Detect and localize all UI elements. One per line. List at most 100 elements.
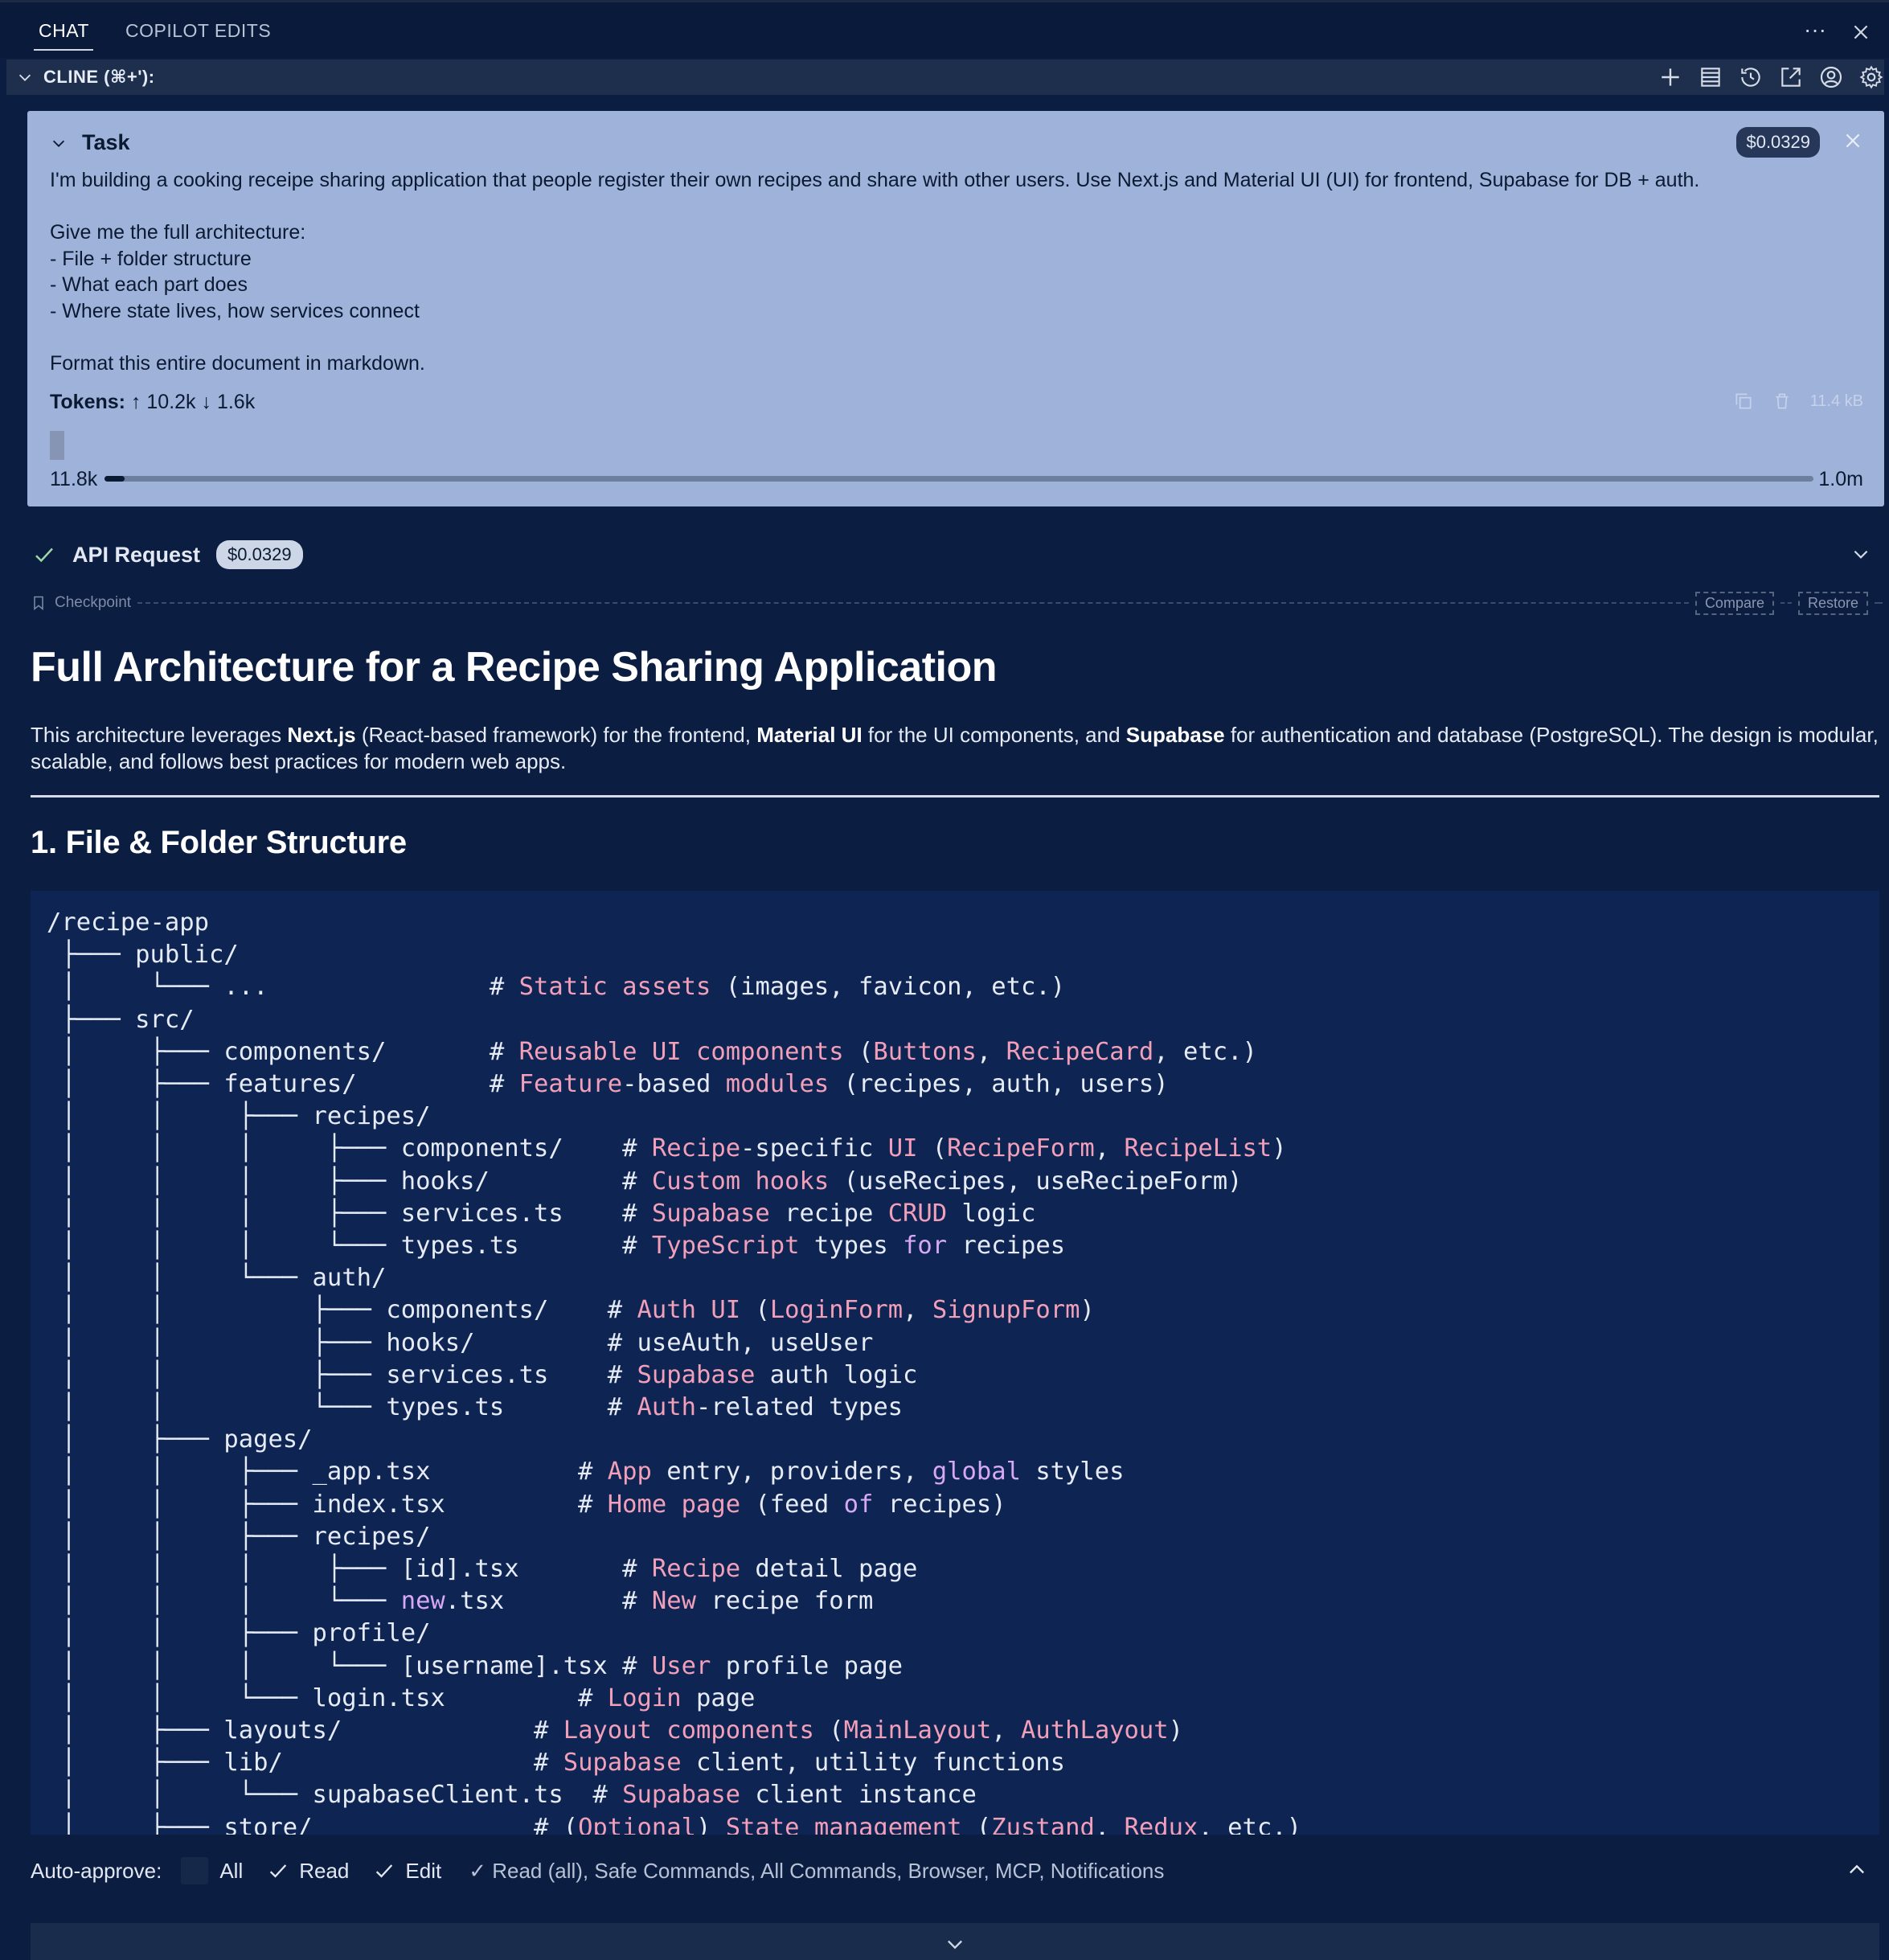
code-token-highlight: components bbox=[696, 1037, 844, 1066]
code-token-highlight: of bbox=[843, 1490, 874, 1519]
code-token-highlight: Redux bbox=[1124, 1813, 1199, 1836]
chevron-up-icon[interactable] bbox=[1846, 1859, 1868, 1881]
restore-button[interactable]: Restore bbox=[1797, 591, 1868, 615]
code-token: (recipes, auth, users) bbox=[829, 1070, 1169, 1099]
code-token-highlight: Feature bbox=[518, 1070, 623, 1099]
checkpoint-label: Checkpoint bbox=[55, 594, 132, 611]
task-header[interactable]: Task bbox=[50, 130, 130, 155]
code-line: │ │ │ └─── new.tsx # New recipe form bbox=[47, 1585, 1301, 1618]
code-token-highlight: App bbox=[607, 1458, 652, 1486]
code-line: │ ├─── features/ # Feature-based modules… bbox=[47, 1068, 1301, 1101]
code-token: ( bbox=[917, 1134, 948, 1163]
code-token: types bbox=[799, 1232, 904, 1261]
code-token: recipe form bbox=[695, 1587, 874, 1616]
auto-approve-label: Auto-approve: bbox=[31, 1858, 162, 1883]
code-token-highlight: Custom bbox=[651, 1167, 741, 1195]
auto-approve-summary[interactable]: ✓ Read (all), Safe Commands, All Command… bbox=[469, 1859, 1164, 1884]
code-token-highlight: for bbox=[903, 1232, 948, 1261]
server-icon[interactable] bbox=[1698, 64, 1723, 90]
code-token: entry, providers, bbox=[651, 1458, 932, 1486]
close-icon[interactable] bbox=[1850, 22, 1871, 43]
intro-text: This architecture leverages bbox=[31, 723, 288, 747]
read-label[interactable]: Read bbox=[299, 1859, 349, 1884]
code-token: ( bbox=[740, 1296, 770, 1325]
code-token: (useRecipes, useRecipeForm) bbox=[829, 1167, 1243, 1195]
token-usage: Tokens: ↑ 10.2k ↓ 1.6k bbox=[50, 391, 255, 414]
code-token: , etc.) bbox=[1153, 1037, 1257, 1066]
code-token: │ ├─── features/ # bbox=[47, 1070, 519, 1099]
code-token: │ │ ├─── hooks/ # useAuth, useUser bbox=[47, 1328, 874, 1357]
task-cost-badge: $0.0329 bbox=[1736, 127, 1820, 158]
top-tab-bar: CHAT COPILOT EDITS ··· bbox=[0, 0, 1889, 58]
task-line: Format this entire document in markdown. bbox=[50, 351, 425, 375]
plus-icon[interactable] bbox=[1657, 64, 1683, 90]
code-token: │ └─── ... # bbox=[47, 973, 519, 1002]
code-token-highlight: new bbox=[400, 1587, 445, 1616]
code-token: │ │ ├─── index.tsx # bbox=[47, 1490, 608, 1519]
code-line: │ ├─── lib/ # Supabase client, utility f… bbox=[47, 1747, 1301, 1779]
code-token: │ │ │ └─── [username].tsx # bbox=[47, 1651, 652, 1680]
code-token-highlight: RecipeList bbox=[1124, 1134, 1272, 1163]
code-token: │ ├─── components/ # bbox=[47, 1037, 519, 1066]
code-token: │ │ ├─── _app.tsx # bbox=[47, 1458, 608, 1486]
input-panel[interactable] bbox=[31, 1923, 1879, 1960]
chevron-down-icon[interactable] bbox=[1850, 543, 1871, 564]
code-line: │ │ └─── auth/ bbox=[47, 1262, 1301, 1294]
code-token-highlight: Recipe bbox=[651, 1555, 741, 1584]
code-token: │ ├─── pages/ bbox=[47, 1425, 313, 1454]
trash-icon[interactable] bbox=[1772, 391, 1793, 412]
all-label[interactable]: All bbox=[219, 1859, 243, 1884]
code-line: │ │ │ ├─── components/ # Recipe-specific… bbox=[47, 1133, 1301, 1165]
task-label: Task bbox=[82, 130, 130, 154]
compare-button[interactable]: Compare bbox=[1694, 591, 1774, 615]
all-checkbox[interactable] bbox=[181, 1857, 209, 1884]
tokens-up: ↑ 10.2k bbox=[130, 391, 196, 413]
account-icon[interactable] bbox=[1818, 64, 1844, 90]
api-request-cost: $0.0329 bbox=[216, 540, 303, 569]
chevron-down-icon[interactable] bbox=[944, 1933, 966, 1955]
intro-text: (React-based framework) for the frontend… bbox=[355, 723, 757, 747]
code-token: , bbox=[976, 1037, 1006, 1066]
code-token-highlight: page bbox=[681, 1490, 741, 1519]
check-icon[interactable] bbox=[373, 1860, 395, 1882]
code-line: │ │ └─── types.ts # Auth-related types bbox=[47, 1392, 1301, 1424]
history-icon[interactable] bbox=[1738, 64, 1764, 90]
edit-label[interactable]: Edit bbox=[405, 1859, 441, 1884]
code-token: recipe bbox=[769, 1199, 888, 1228]
more-actions-icon[interactable]: ··· bbox=[1804, 17, 1826, 43]
checkpoint-divider bbox=[1780, 602, 1792, 604]
section-heading: 1. File & Folder Structure bbox=[31, 825, 407, 860]
code-token: , bbox=[903, 1296, 932, 1325]
code-token-highlight: global bbox=[932, 1458, 1021, 1486]
top-actions: ··· bbox=[1804, 17, 1871, 43]
code-token-highlight: Reusable bbox=[518, 1037, 637, 1066]
code-token-highlight: LoginForm bbox=[769, 1296, 904, 1325]
code-token: │ │ │ └─── bbox=[47, 1587, 401, 1616]
check-icon[interactable] bbox=[267, 1860, 289, 1882]
chevron-down-icon[interactable] bbox=[50, 134, 68, 152]
check-icon bbox=[35, 547, 53, 563]
code-token-highlight: Supabase bbox=[637, 1360, 756, 1389]
cline-header[interactable]: CLINE (⌘+'): bbox=[6, 59, 1884, 95]
popout-icon[interactable] bbox=[1778, 64, 1804, 90]
task-line: - File + folder structure bbox=[50, 247, 252, 270]
context-max: 1.0m bbox=[1818, 468, 1863, 490]
code-token: client instance bbox=[740, 1781, 977, 1810]
chevron-down-icon[interactable] bbox=[16, 68, 34, 86]
section-divider bbox=[31, 795, 1879, 798]
close-icon[interactable] bbox=[1842, 130, 1863, 151]
tab-copilot-edits[interactable]: COPILOT EDITS bbox=[125, 20, 271, 42]
tab-chat[interactable]: CHAT bbox=[39, 20, 89, 42]
code-token: ) bbox=[1080, 1296, 1095, 1325]
code-token-highlight: hooks bbox=[755, 1167, 830, 1195]
gear-icon[interactable] bbox=[1858, 64, 1884, 90]
copy-icon[interactable] bbox=[1733, 391, 1754, 412]
intro-bold: Next.js bbox=[287, 723, 356, 747]
code-token-highlight: Supabase bbox=[563, 1749, 682, 1778]
code-token-highlight: Zustand bbox=[991, 1813, 1095, 1836]
api-request-label: API Request bbox=[72, 542, 201, 567]
code-token-highlight: SignupForm bbox=[932, 1296, 1080, 1325]
code-token: │ ├─── lib/ # bbox=[47, 1749, 563, 1778]
api-request-row[interactable]: API Request $0.0329 bbox=[32, 540, 303, 569]
